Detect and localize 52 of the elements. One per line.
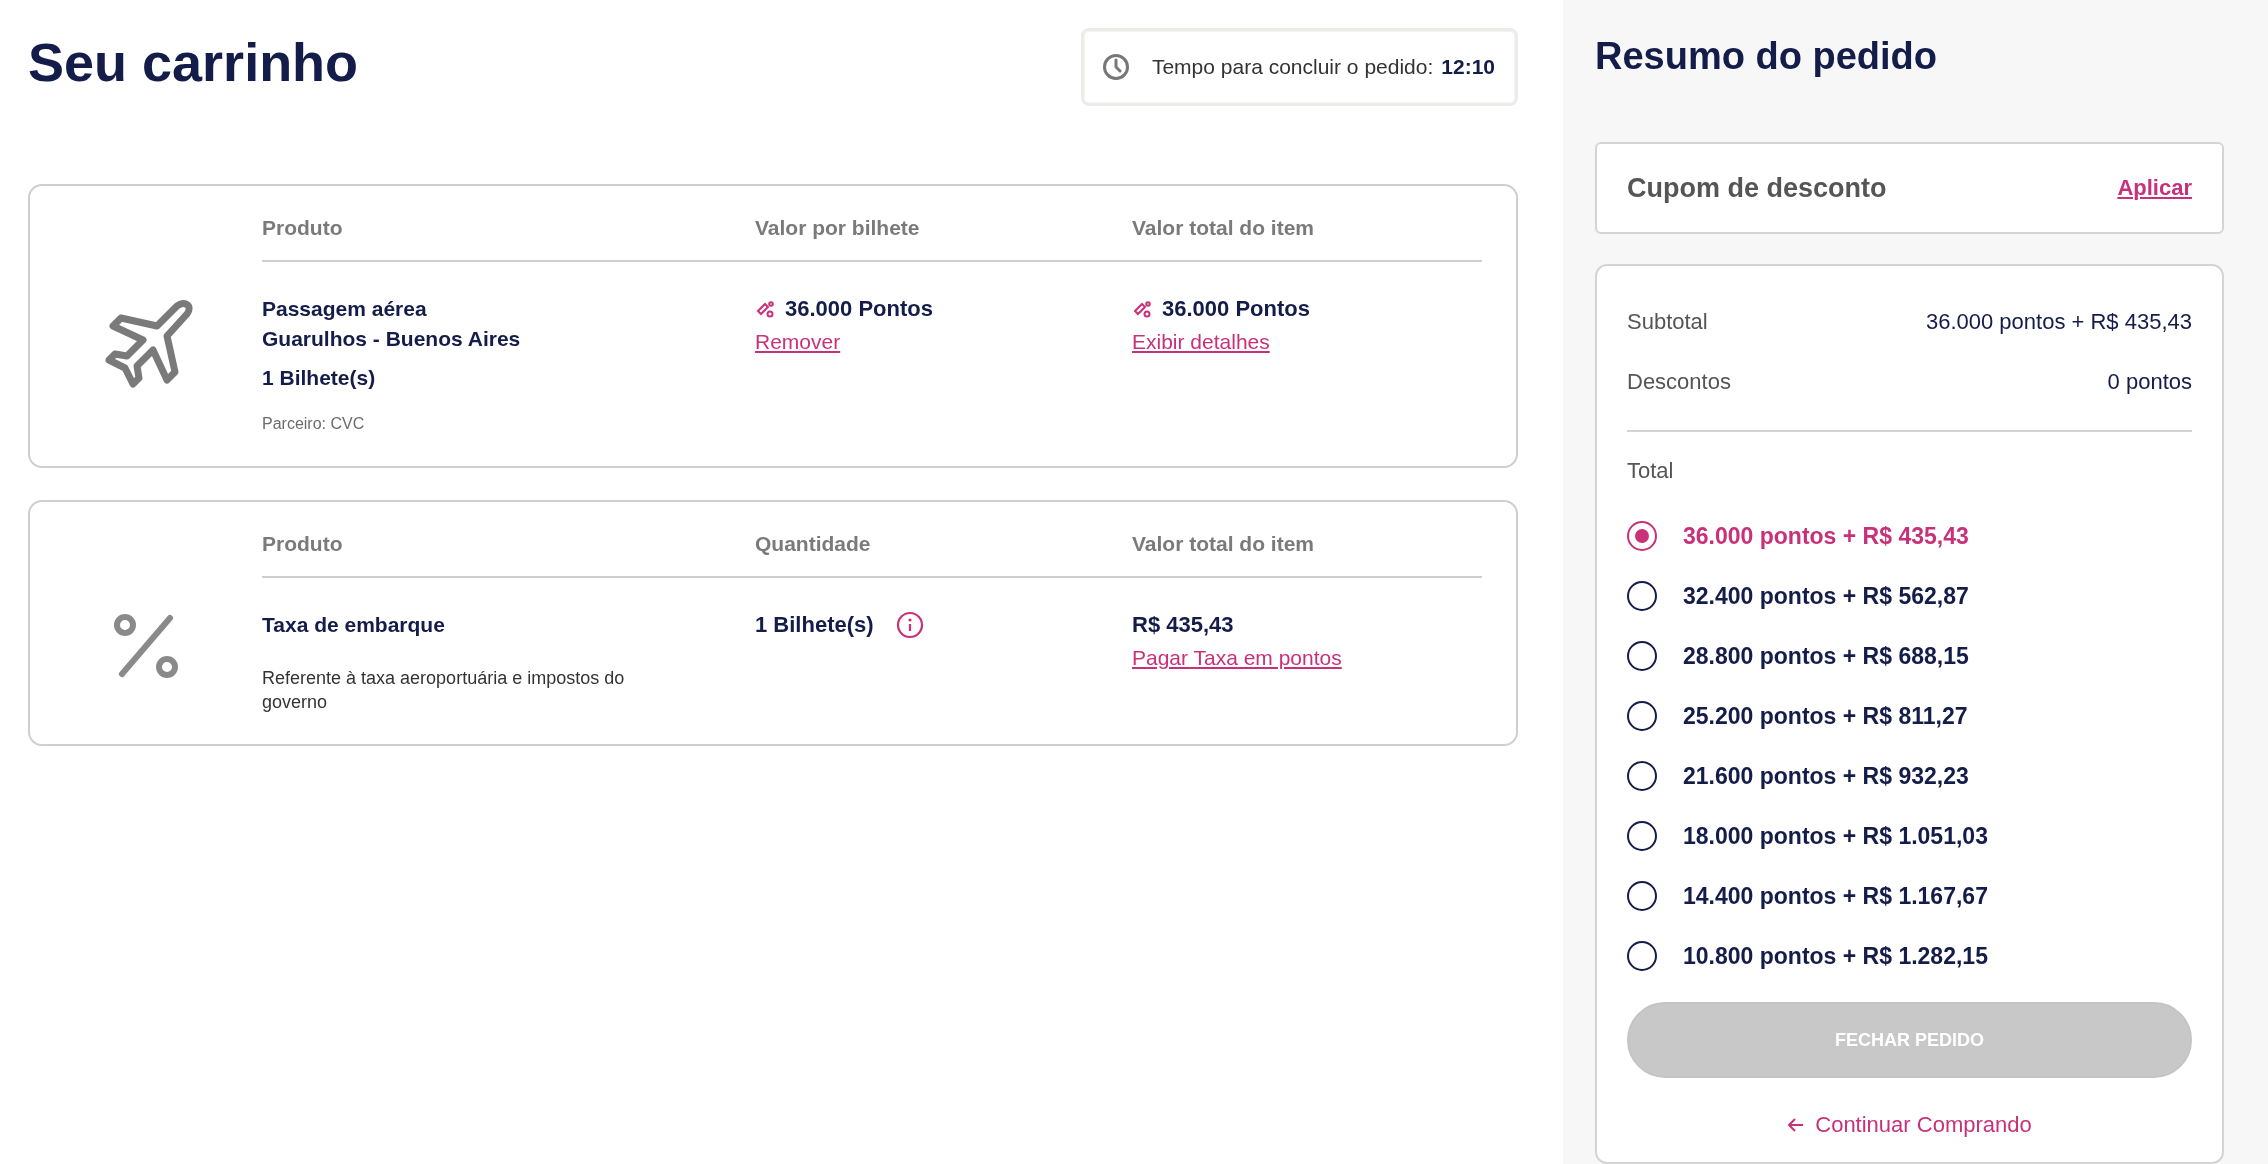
payment-option-label[interactable]: 10.800 pontos + R$ 1.282,15 — [1683, 942, 1988, 970]
info-icon — [895, 611, 924, 639]
action-link[interactable]: Exibir detalhes — [1132, 330, 1270, 354]
points-icon — [755, 300, 775, 318]
percent-icon — [112, 612, 180, 680]
radio-button[interactable] — [1627, 581, 1657, 611]
radio-button[interactable] — [1627, 641, 1657, 671]
total-label: Total — [1627, 458, 1675, 484]
column-header: Valor total do item — [1132, 532, 1316, 556]
radio-button[interactable] — [1627, 881, 1657, 911]
column-header: Valor por bilhete — [755, 216, 921, 240]
summary-title: Resumo do pedido — [1595, 34, 1938, 79]
summary-label: Subtotal — [1627, 309, 1708, 335]
continue-shopping-link[interactable]: Continuar Comprando — [1787, 1112, 2032, 1138]
points-value: 36.000 Pontos — [785, 296, 933, 322]
column-header: Valor total do item — [1132, 216, 1316, 240]
radio-button[interactable] — [1627, 521, 1657, 551]
radio-button[interactable] — [1627, 761, 1657, 791]
ticket-quantity: 1 Bilhete(s) — [262, 366, 376, 390]
column-header: Produto — [262, 532, 344, 556]
timer-text: Tempo para concluir o pedido: 12:10 — [1151, 55, 1495, 79]
points-icon — [1132, 300, 1152, 318]
price-value: R$ 435,43 — [1132, 612, 1234, 638]
description-text: Referente à taxa aeroportuária e impostos do governo — [262, 667, 626, 714]
payment-option-label[interactable]: 28.800 pontos + R$ 688,15 — [1683, 642, 1969, 670]
payment-option-label[interactable]: 18.000 pontos + R$ 1.051,03 — [1683, 822, 1988, 850]
payment-option-label[interactable]: 32.400 pontos + R$ 562,87 — [1683, 582, 1969, 610]
clock-icon — [1101, 53, 1130, 81]
radio-button[interactable] — [1627, 821, 1657, 851]
summary-value: 36.000 pontos + R$ 435,43 — [1925, 309, 2192, 335]
payment-option-label[interactable]: 21.600 pontos + R$ 932,23 — [1683, 762, 1969, 790]
column-header: Produto — [262, 216, 344, 240]
action-link[interactable]: Pagar Taxa em pontos — [1132, 646, 1342, 670]
product-name: Taxa de embarque — [262, 612, 445, 638]
route-text: Guarulhos - Buenos Aires — [262, 326, 521, 352]
product-name: Passagem aérea — [262, 296, 427, 322]
coupon-label: Cupom de desconto — [1627, 172, 1887, 204]
page-title: Seu carrinho — [28, 31, 359, 94]
summary-label: Descontos — [1627, 369, 1731, 395]
payment-option-label[interactable]: 25.200 pontos + R$ 811,27 — [1683, 702, 1968, 730]
partner-text: Parceiro: CVC — [262, 414, 365, 434]
apply-link[interactable]: Aplicar — [2117, 175, 2192, 201]
quantity-value: 1 Bilhete(s) — [755, 612, 874, 638]
radio-button[interactable] — [1627, 701, 1657, 731]
radio-button[interactable] — [1627, 941, 1657, 971]
column-header: Quantidade — [755, 532, 872, 556]
arrow-left-icon — [1787, 1116, 1806, 1134]
summary-value: 0 pontos — [2107, 369, 2192, 395]
action-link[interactable]: Remover — [755, 330, 841, 354]
payment-option-label[interactable]: 36.000 pontos + R$ 435,43 — [1683, 522, 1969, 550]
payment-option-label[interactable]: 14.400 pontos + R$ 1.167,67 — [1683, 882, 1988, 910]
points-value: 36.000 Pontos — [1162, 296, 1310, 322]
